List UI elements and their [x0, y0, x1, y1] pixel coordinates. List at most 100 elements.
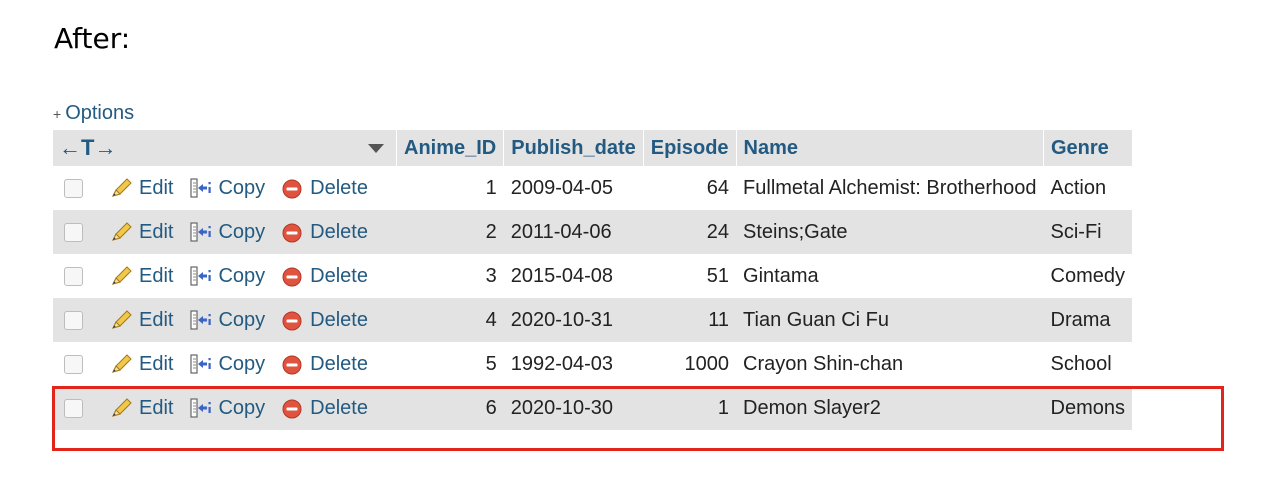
cell-publish-date[interactable]: 1992-04-03: [503, 342, 644, 386]
delete-link[interactable]: Delete: [281, 221, 368, 244]
table-header-row: ←T→ Anime_ID Publish_date Episode Name G…: [53, 130, 1132, 166]
delete-link[interactable]: Delete: [281, 265, 368, 288]
column-resize-arrows-icon[interactable]: ←T→: [59, 135, 116, 161]
column-header-name[interactable]: Name: [735, 130, 1044, 166]
column-header-anime-id[interactable]: Anime_ID: [395, 130, 504, 166]
copy-label: Copy: [218, 352, 266, 375]
copy-label: Copy: [218, 220, 266, 243]
cell-episode[interactable]: 1000: [643, 342, 737, 386]
table-row: Edit Copy: [53, 166, 1132, 210]
delete-label: Delete: [310, 220, 368, 243]
edit-link[interactable]: Edit: [110, 309, 173, 332]
delete-icon: [282, 311, 302, 331]
copy-link[interactable]: Copy: [189, 221, 265, 244]
cell-genre[interactable]: Comedy: [1043, 254, 1132, 298]
delete-icon: [282, 179, 302, 199]
row-checkbox[interactable]: [64, 310, 83, 330]
copy-insert-icon: [190, 266, 212, 286]
cell-episode[interactable]: 51: [643, 254, 737, 298]
highlight-box: [52, 386, 1224, 451]
row-actions-cell: Edit Copy Delete: [53, 254, 397, 298]
delete-label: Delete: [310, 308, 368, 331]
cell-publish-date[interactable]: 2009-04-05: [503, 166, 644, 210]
cell-anime-id[interactable]: 2: [396, 210, 504, 254]
cell-anime-id[interactable]: 4: [396, 298, 504, 342]
cell-genre[interactable]: Drama: [1043, 298, 1132, 342]
copy-label: Copy: [218, 176, 266, 199]
cell-name[interactable]: Gintama: [736, 254, 1044, 298]
table-row: Edit Copy: [53, 342, 1132, 386]
pencil-icon: [112, 222, 132, 241]
copy-insert-icon: [190, 310, 212, 330]
copy-link[interactable]: Copy: [189, 309, 265, 332]
cell-name[interactable]: Fullmetal Alchemist: Brotherhood: [736, 166, 1044, 210]
delete-icon: [282, 223, 302, 243]
delete-label: Delete: [310, 264, 368, 287]
edit-link[interactable]: Edit: [110, 265, 173, 288]
plus-minus-icon: +: [53, 105, 62, 122]
edit-label: Edit: [139, 308, 174, 331]
delete-link[interactable]: Delete: [281, 309, 368, 332]
cell-name[interactable]: Steins;Gate: [736, 210, 1044, 254]
column-header-episode[interactable]: Episode: [642, 130, 737, 166]
cell-episode[interactable]: 64: [643, 166, 737, 210]
cell-episode[interactable]: 11: [643, 298, 737, 342]
row-checkbox[interactable]: [64, 222, 83, 242]
edit-label: Edit: [139, 352, 174, 375]
delete-link[interactable]: Delete: [281, 353, 368, 376]
edit-link[interactable]: Edit: [110, 221, 173, 244]
edit-label: Edit: [139, 264, 174, 287]
copy-link[interactable]: Copy: [189, 265, 265, 288]
cell-name[interactable]: Crayon Shin-chan: [736, 342, 1044, 386]
table-row: Edit Copy: [53, 298, 1132, 342]
row-checkbox[interactable]: [64, 266, 83, 286]
row-checkbox[interactable]: [64, 178, 83, 198]
options-label: Options: [65, 102, 135, 124]
header-actions: ←T→: [53, 130, 397, 166]
pencil-icon: [112, 266, 132, 285]
delete-icon: [282, 267, 302, 287]
delete-label: Delete: [310, 176, 368, 199]
column-header-publish-date[interactable]: Publish_date: [503, 130, 644, 166]
cell-genre[interactable]: Sci-Fi: [1043, 210, 1132, 254]
cell-publish-date[interactable]: 2015-04-08: [503, 254, 644, 298]
cell-episode[interactable]: 24: [643, 210, 737, 254]
row-actions-cell: Edit Copy Delete: [53, 210, 397, 254]
delete-icon: [282, 355, 302, 375]
delete-label: Delete: [310, 352, 368, 375]
cell-publish-date[interactable]: 2020-10-31: [503, 298, 644, 342]
copy-insert-icon: [190, 178, 212, 198]
cell-genre[interactable]: School: [1043, 342, 1132, 386]
pencil-icon: [112, 310, 132, 329]
pencil-icon: [112, 178, 132, 197]
options-toggle[interactable]: + Options: [53, 102, 134, 125]
row-actions-cell: Edit Copy Delete: [53, 166, 397, 210]
copy-link[interactable]: Copy: [189, 353, 265, 376]
copy-label: Copy: [218, 264, 266, 287]
table-row: Edit Copy: [53, 254, 1132, 298]
edit-link[interactable]: Edit: [110, 177, 173, 200]
copy-insert-icon: [190, 354, 212, 374]
edit-label: Edit: [139, 176, 174, 199]
edit-link[interactable]: Edit: [110, 353, 173, 376]
cell-name[interactable]: Tian Guan Ci Fu: [736, 298, 1044, 342]
copy-insert-icon: [190, 222, 212, 242]
cell-anime-id[interactable]: 3: [396, 254, 504, 298]
delete-link[interactable]: Delete: [281, 177, 368, 200]
row-actions-cell: Edit Copy Delete: [53, 298, 397, 342]
page-heading: After:: [54, 22, 131, 55]
cell-genre[interactable]: Action: [1043, 166, 1132, 210]
table-row: Edit Copy: [53, 210, 1132, 254]
cell-anime-id[interactable]: 5: [396, 342, 504, 386]
copy-label: Copy: [218, 308, 266, 331]
results-table: ←T→ Anime_ID Publish_date Episode Name G…: [53, 130, 1132, 430]
column-header-genre[interactable]: Genre: [1042, 130, 1132, 166]
cell-publish-date[interactable]: 2011-04-06: [503, 210, 644, 254]
pencil-icon: [112, 354, 132, 373]
row-checkbox[interactable]: [64, 354, 83, 374]
cell-anime-id[interactable]: 1: [396, 166, 504, 210]
row-actions-cell: Edit Copy Delete: [53, 342, 397, 386]
sort-dropdown-icon[interactable]: [368, 143, 384, 153]
edit-label: Edit: [139, 220, 174, 243]
copy-link[interactable]: Copy: [189, 177, 265, 200]
